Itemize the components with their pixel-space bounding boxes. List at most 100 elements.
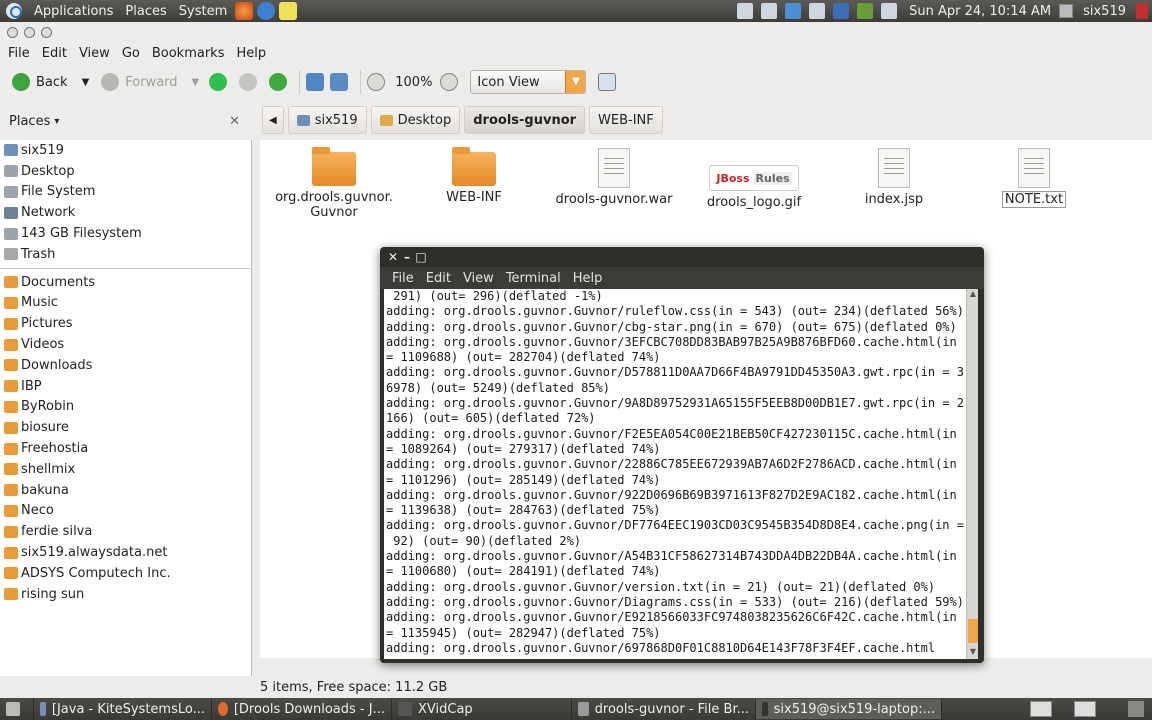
clock[interactable]: Sun Apr 24, 10:14 AM — [909, 4, 1051, 19]
sidebar-item-filesystem-143gb[interactable]: 143 GB Filesystem — [0, 223, 251, 244]
forward-history-dropdown-icon[interactable]: ▼ — [192, 77, 200, 88]
view-mode-select[interactable]: Icon View ▼ — [470, 70, 587, 94]
maximize-window-button[interactable] — [41, 26, 52, 38]
firefox-launcher-icon[interactable] — [235, 2, 254, 20]
sidebar-item-bookmark[interactable]: rising sun — [0, 584, 251, 605]
breadcrumb-desktop[interactable]: Desktop — [370, 106, 461, 134]
sidebar-item-label: rising sun — [21, 586, 85, 602]
sidebar-item-bookmark[interactable]: ferdie silva — [0, 521, 251, 542]
sidebar-item-bookmark[interactable]: bakuna — [0, 480, 251, 501]
search-tray-icon[interactable] — [761, 3, 778, 19]
close-window-button[interactable] — [7, 26, 18, 38]
terminal-menu-file[interactable]: File — [386, 271, 420, 286]
bluetooth-icon[interactable] — [785, 3, 802, 19]
terminal-output[interactable]: 291) (out= 296)(deflated -1%) adding: org… — [384, 289, 966, 659]
zoom-in-icon[interactable] — [440, 73, 459, 91]
forward-button[interactable]: Forward ▼ — [95, 68, 205, 96]
back-history-dropdown-icon[interactable]: ▼ — [82, 77, 90, 88]
terminal-menu-terminal[interactable]: Terminal — [500, 271, 567, 286]
sidebar-item-bookmark[interactable]: IBP — [0, 376, 251, 397]
applications-menu[interactable]: Applications — [28, 4, 119, 19]
file-item-index-jsp[interactable]: index.jsp — [824, 140, 964, 207]
home-folder-icon[interactable] — [306, 73, 325, 91]
menu-view[interactable]: View — [73, 46, 116, 61]
sidebar-item-bookmark[interactable]: Documents — [0, 272, 251, 293]
reload-icon[interactable] — [269, 73, 288, 91]
zoom-out-icon[interactable] — [367, 73, 386, 91]
breadcrumb-drools-guvnor[interactable]: drools-guvnor — [464, 106, 586, 134]
skype-icon[interactable] — [833, 3, 850, 19]
task-terminal[interactable]: six519@six519-laptop:... — [756, 699, 942, 719]
show-desktop-icon — [6, 702, 20, 716]
close-icon[interactable]: ✕ — [386, 250, 400, 264]
sidebar-item-bookmark[interactable]: Freehostia — [0, 438, 251, 459]
menu-file[interactable]: File — [2, 46, 36, 61]
trash-applet-icon[interactable] — [1128, 701, 1144, 717]
ubuntu-logo-icon[interactable] — [6, 3, 22, 19]
sidebar-item-bookmark[interactable]: Pictures — [0, 313, 251, 334]
task-java[interactable]: [Java - KiteSystemsLo... — [34, 699, 212, 719]
sidebar-item-bookmark[interactable]: Neco — [0, 501, 251, 522]
stop-icon[interactable] — [239, 73, 258, 91]
sidebar-item-network[interactable]: Network — [0, 202, 251, 223]
user-icon[interactable] — [1059, 4, 1074, 18]
mail-icon[interactable] — [881, 3, 898, 19]
breadcrumb-six519[interactable]: six519 — [287, 106, 367, 134]
workspace-icon[interactable] — [1030, 701, 1052, 717]
places-menu[interactable]: Places — [119, 4, 172, 19]
file-item-logo-gif[interactable]: JBoss Rules drools_logo.gif — [684, 140, 824, 210]
breadcrumb-left-arrow[interactable]: ◀ — [262, 106, 284, 134]
file-item-guvnor-folder[interactable]: org.drools.guvnor. Guvnor — [264, 140, 404, 220]
user-menu[interactable]: six519 — [1077, 4, 1132, 19]
task-file-browser[interactable]: drools-guvnor - File Br... — [572, 699, 756, 719]
system-menu[interactable]: System — [173, 4, 233, 19]
terminal-menu-edit[interactable]: Edit — [420, 271, 457, 286]
search-icon[interactable] — [598, 73, 617, 91]
sidebar-item-bookmark[interactable]: ByRobin — [0, 397, 251, 418]
sidebar-item-bookmark[interactable]: Videos — [0, 334, 251, 355]
scroll-down-icon[interactable]: ▼ — [967, 647, 979, 659]
close-sidebar-icon[interactable]: ✕ — [229, 114, 240, 129]
file-item-war[interactable]: drools-guvnor.war — [544, 140, 684, 207]
clipboard-icon[interactable] — [737, 3, 754, 19]
help-launcher-icon[interactable] — [257, 2, 276, 20]
power-icon[interactable] — [1136, 3, 1148, 19]
network-tray-icon[interactable] — [857, 3, 874, 19]
menu-go[interactable]: Go — [116, 46, 146, 61]
up-icon[interactable] — [209, 73, 228, 91]
workspace-icon[interactable] — [1074, 701, 1096, 717]
sidebar-header[interactable]: Places ▾ ✕ — [0, 106, 252, 136]
notes-launcher-icon[interactable] — [279, 2, 298, 20]
terminal-scrollbar[interactable]: ▲ ▼ — [966, 289, 978, 659]
sidebar-item-file-system[interactable]: File System — [0, 182, 251, 203]
terminal-menu-help[interactable]: Help — [567, 271, 609, 286]
menu-edit[interactable]: Edit — [36, 46, 73, 61]
sidebar-item-desktop[interactable]: Desktop — [0, 161, 251, 182]
task-xvidcap[interactable]: XVidCap — [392, 699, 572, 719]
task-drools-downloads[interactable]: [Drools Downloads - J... — [212, 699, 392, 719]
menu-help[interactable]: Help — [230, 46, 272, 61]
sidebar-item-trash[interactable]: Trash — [0, 244, 251, 265]
minimize-icon[interactable]: – — [400, 250, 414, 264]
scrollbar-thumb[interactable] — [968, 619, 978, 643]
sidebar-item-six519[interactable]: six519 — [0, 140, 251, 161]
back-button[interactable]: Back ▼ — [6, 68, 95, 96]
show-desktop-button[interactable] — [0, 699, 34, 719]
document-tray-icon[interactable] — [809, 3, 826, 19]
computer-icon[interactable] — [330, 73, 349, 91]
sidebar-item-bookmark[interactable]: biosure — [0, 417, 251, 438]
maximize-icon[interactable]: □ — [414, 250, 428, 264]
terminal-menu-view[interactable]: View — [457, 271, 500, 286]
file-item-note-txt[interactable]: NOTE.txt — [964, 140, 1104, 208]
sidebar-item-bookmark[interactable]: ADSYS Computech Inc. — [0, 563, 251, 584]
minimize-window-button[interactable] — [24, 26, 35, 38]
sidebar-item-bookmark[interactable]: Music — [0, 293, 251, 314]
places-sidebar: six519 Desktop File System Network 143 G… — [0, 140, 252, 676]
sidebar-item-bookmark[interactable]: six519.alwaysdata.net — [0, 542, 251, 563]
scroll-up-icon[interactable]: ▲ — [967, 289, 979, 301]
menu-bookmarks[interactable]: Bookmarks — [146, 46, 231, 61]
sidebar-item-bookmark[interactable]: Downloads — [0, 355, 251, 376]
file-item-web-inf[interactable]: WEB-INF — [404, 140, 544, 205]
breadcrumb-web-inf[interactable]: WEB-INF — [589, 106, 663, 134]
sidebar-item-bookmark[interactable]: shellmix — [0, 459, 251, 480]
